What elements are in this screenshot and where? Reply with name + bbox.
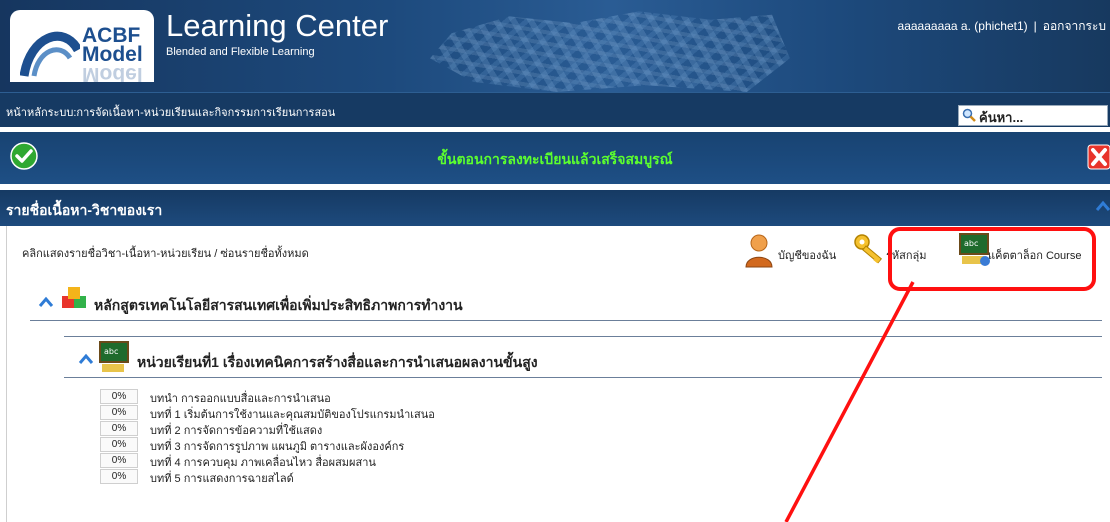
my-account-button[interactable]: บัญชีของฉัน	[744, 232, 840, 268]
user-menu: aaaaaaaaa a. (phichet1) | ออกจากระบ	[898, 17, 1106, 36]
highlight-annotation-box	[888, 227, 1096, 291]
key-icon	[854, 234, 883, 264]
course-list-panel-header: รายชื่อเนื้อหา-วิชาของเรา	[0, 190, 1110, 226]
course-title[interactable]: หลักสูตรเทคโนโลยีสารสนเทศเพื่อเพิ่มประสิ…	[94, 295, 463, 317]
logo-model-reflection: Model	[82, 63, 143, 82]
lesson-progress: 0%	[100, 453, 138, 468]
lesson-progress: 0%	[100, 405, 138, 420]
site-title: Learning Center	[166, 8, 389, 43]
user-menu-separator: |	[1033, 19, 1037, 33]
my-account-label: บัญชีของฉัน	[778, 250, 837, 262]
site-header: ACBF Model Model Learning Center Blended…	[0, 0, 1110, 92]
user-icon	[745, 234, 773, 268]
lesson-title[interactable]: บทที่ 5 การแสดงการฉายสไลด์	[150, 469, 294, 487]
banner-message: ขั้นตอนการลงทะเบียนแล้วเสร็จสมบูรณ์	[437, 151, 673, 167]
collapse-chevron-icon[interactable]	[1096, 200, 1110, 212]
search-icon	[962, 108, 976, 122]
toggle-course-list-link[interactable]: คลิกแสดงรายชื่อวิชา-เนื้อหา-หน่วยเรียน /…	[22, 244, 309, 262]
site-subtitle: Blended and Flexible Learning	[166, 46, 315, 58]
cubes-icon	[62, 287, 86, 308]
close-icon[interactable]	[1087, 144, 1110, 170]
header-mosaic-decoration	[430, 11, 790, 92]
search-label: ค้นหา...	[979, 110, 1024, 125]
breadcrumb[interactable]: หน้าหลักระบบ:การจัดเนื้อหา-หน่วยเรียนและ…	[6, 103, 335, 121]
lesson-progress: 0%	[100, 389, 138, 404]
svg-text:abc: abc	[104, 347, 118, 356]
unit-expand-chevron-icon[interactable]	[78, 353, 94, 365]
lesson-progress: 0%	[100, 421, 138, 436]
unit-chalkboard-icon: abc	[99, 341, 129, 372]
success-banner: ขั้นตอนการลงทะเบียนแล้วเสร็จสมบูรณ์	[0, 132, 1110, 184]
lesson-progress: 0%	[100, 437, 138, 452]
panel-title: รายชื่อเนื้อหา-วิชาของเรา	[6, 202, 163, 218]
acbf-logo[interactable]: ACBF Model Model	[10, 10, 154, 82]
unit-title[interactable]: หน่วยเรียนที่1 เรื่องเทคนิคการสร้างสื่อแ…	[137, 352, 538, 374]
nav-bar: หน้าหลักระบบ:การจัดเนื้อหา-หน่วยเรียนและ…	[0, 92, 1110, 127]
search-box[interactable]: ค้นหา...	[958, 105, 1108, 126]
logo-arc-icon	[20, 31, 80, 77]
user-name-link[interactable]: aaaaaaaaa a. (phichet1)	[898, 19, 1028, 33]
course-expand-chevron-icon[interactable]	[38, 296, 54, 308]
logout-link[interactable]: ออกจากระบ	[1043, 19, 1106, 33]
lesson-progress: 0%	[100, 469, 138, 484]
